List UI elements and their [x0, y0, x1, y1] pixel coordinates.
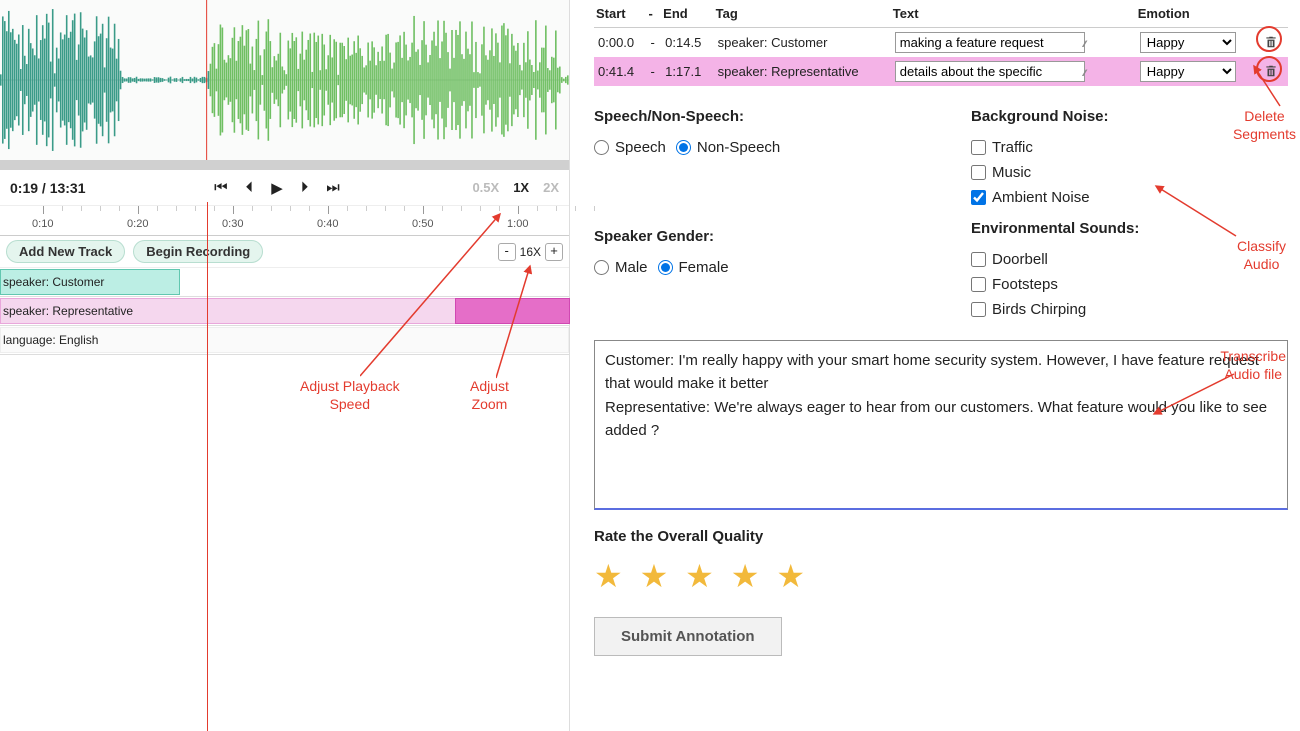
table-row[interactable]: 0:00.0-0:14.5speaker: Customer⁄⁄⁄HappyNe…: [594, 28, 1288, 58]
radio-speech[interactable]: [594, 140, 609, 155]
speed-0-5x[interactable]: 0.5X: [472, 180, 499, 195]
step-back-icon[interactable]: ⏵: [246, 179, 254, 196]
gender-label: Speaker Gender:: [594, 228, 911, 245]
speed-2x[interactable]: 2X: [543, 180, 559, 195]
transport-bar: 0:19 / 13:31 ⏮ ⏵ ▶ ⏵ ⏭ 0.5X 1X 2X: [0, 170, 569, 206]
waveform-svg: [0, 0, 569, 160]
col-dash: -: [647, 4, 662, 28]
emotion-select[interactable]: HappyNeutralSadAngry: [1140, 61, 1236, 82]
bgnoise-check-1[interactable]: [971, 165, 986, 180]
col-end: End: [661, 4, 714, 28]
radio-male[interactable]: [594, 260, 609, 275]
bgnoise-check-0[interactable]: [971, 140, 986, 155]
col-emotion: Emotion: [1136, 4, 1260, 28]
submit-annotation-button[interactable]: Submit Annotation: [594, 617, 782, 656]
segment-rep-selected[interactable]: [455, 298, 570, 324]
track-row-customer[interactable]: speaker: Customer: [0, 268, 569, 297]
trash-icon[interactable]: [1263, 34, 1279, 50]
quality-label: Rate the Overall Quality: [594, 528, 1288, 545]
waveform-display[interactable]: [0, 0, 569, 170]
time-ruler[interactable]: 0:100:200:300:400:501:00: [0, 206, 569, 236]
col-tag: Tag: [714, 4, 891, 28]
segment-table: Start - End Tag Text Emotion 0:00.0-0:14…: [594, 4, 1288, 86]
time-readout: 0:19 / 13:31: [10, 180, 86, 196]
segment-text-input[interactable]: [895, 61, 1085, 82]
step-fwd-icon[interactable]: ⏵: [301, 179, 309, 196]
track-controls: Add New Track Begin Recording - 16X +: [0, 236, 569, 268]
envsound-check-0[interactable]: [971, 252, 986, 267]
track-row-language[interactable]: language: English: [0, 326, 569, 355]
add-track-button[interactable]: Add New Track: [6, 240, 125, 263]
envsounds-label: Environmental Sounds:: [971, 220, 1288, 237]
segment-customer[interactable]: [0, 269, 180, 295]
zoom-in-button[interactable]: +: [545, 243, 563, 261]
annotation-panel: Start - End Tag Text Emotion 0:00.0-0:14…: [570, 0, 1300, 731]
track-row-representative[interactable]: speaker: Representative: [0, 297, 569, 326]
star-rating[interactable]: ★ ★ ★ ★ ★: [594, 557, 1288, 595]
trash-icon[interactable]: [1263, 63, 1279, 79]
segment-language[interactable]: [0, 327, 569, 353]
skip-end-icon[interactable]: ⏭: [326, 179, 340, 196]
speech-label: Speech/Non-Speech:: [594, 108, 911, 125]
envsound-check-1[interactable]: [971, 277, 986, 292]
begin-recording-button[interactable]: Begin Recording: [133, 240, 263, 263]
col-text: Text: [891, 4, 1136, 28]
playhead-line: [207, 202, 208, 731]
audio-editor-panel: 0:19 / 13:31 ⏮ ⏵ ▶ ⏵ ⏭ 0.5X 1X 2X 0:100:…: [0, 0, 570, 731]
table-row[interactable]: 0:41.4-1:17.1speaker: Representative⁄⁄⁄H…: [594, 57, 1288, 86]
radio-non-speech[interactable]: [676, 140, 691, 155]
play-icon[interactable]: ▶: [271, 179, 283, 197]
bgnoise-label: Background Noise:: [971, 108, 1288, 125]
zoom-out-button[interactable]: -: [498, 243, 516, 261]
col-start: Start: [594, 4, 647, 28]
emotion-select[interactable]: HappyNeutralSadAngry: [1140, 32, 1236, 53]
segment-text-input[interactable]: [895, 32, 1085, 53]
skip-start-icon[interactable]: ⏮: [214, 179, 228, 196]
speed-1x[interactable]: 1X: [513, 180, 529, 195]
tracks-area[interactable]: speaker: Customer speaker: Representativ…: [0, 268, 569, 355]
transcript-textarea[interactable]: Customer: I'm really happy with your sma…: [594, 340, 1288, 510]
radio-female[interactable]: [658, 260, 673, 275]
zoom-level: 16X: [520, 245, 541, 259]
speed-group: 0.5X 1X 2X: [472, 180, 559, 195]
envsound-check-2[interactable]: [971, 302, 986, 317]
bgnoise-check-2[interactable]: [971, 190, 986, 205]
